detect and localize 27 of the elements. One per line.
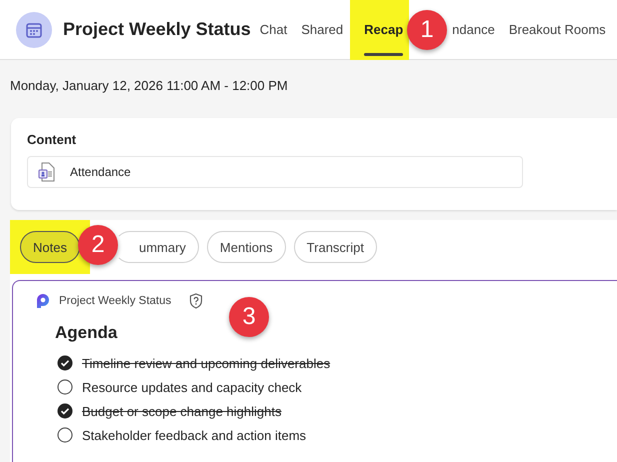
agenda-item: Timeline review and upcoming deliverables <box>82 356 330 370</box>
checked-circle[interactable] <box>57 355 73 371</box>
unchecked-circle[interactable] <box>57 427 73 443</box>
tab[interactable]: Recap <box>350 0 410 60</box>
shield-question-icon <box>189 293 204 309</box>
filter-pill[interactable]: Mentions <box>206 231 286 263</box>
filter-pill[interactable]: Notes <box>20 231 80 263</box>
meeting-date: Monday, January 12, 2026 11:00 AM - 12:00 PM <box>9 77 289 95</box>
checked-circle[interactable] <box>57 403 73 419</box>
document-icon <box>38 162 56 182</box>
agenda-item: Resource updates and capacity check <box>82 380 302 394</box>
agenda-heading: Agenda <box>55 323 118 343</box>
section-heading: Content <box>27 132 78 147</box>
agenda-item: Stakeholder feedback and action items <box>82 428 306 442</box>
tab[interactable]: Chat <box>252 0 294 60</box>
file-name: Attendance <box>70 165 131 179</box>
tab[interactable]: ndance <box>445 0 502 60</box>
file-item[interactable]: Attendance <box>27 156 523 188</box>
tab[interactable]: Shared <box>294 0 350 60</box>
filter-pill[interactable]: Transcript <box>294 231 377 263</box>
meeting-title: Project Weekly Status <box>63 19 251 40</box>
tab[interactable]: Breakout Rooms <box>502 0 613 60</box>
unchecked-circle[interactable] <box>57 379 73 395</box>
agenda-item: Budget or scope change highlights <box>82 404 282 418</box>
loop-icon <box>35 293 51 309</box>
calendar-icon <box>25 20 43 38</box>
notes-source: Project Weekly Status <box>59 295 172 307</box>
